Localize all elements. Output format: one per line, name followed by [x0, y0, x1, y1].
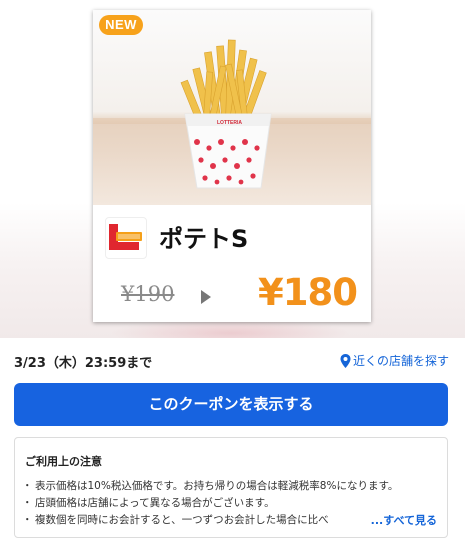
usage-notes-title: ご利用上の注意	[25, 455, 102, 468]
arrow-right-icon	[201, 290, 211, 304]
svg-text:LOTTERIA: LOTTERIA	[217, 120, 242, 126]
list-item: 表示価格は10%税込価格です。お持ち帰りの場合は軽減税率8%になります。	[25, 478, 439, 495]
see-all-link[interactable]: ...すべて見る	[368, 512, 437, 528]
list-item: 店頭価格は店舗によって異なる場合がございます。	[25, 495, 439, 512]
original-price: ¥190	[121, 282, 175, 306]
text-fade	[325, 512, 365, 530]
lotteria-logo-icon	[105, 217, 147, 259]
coupon-card[interactable]: LOTTERIA NEW ポテトS ¥190 ¥180	[93, 10, 371, 322]
location-pin-icon	[340, 353, 351, 368]
product-name: ポテトS	[159, 225, 249, 253]
coupon-price: ¥180	[258, 271, 358, 314]
show-coupon-button[interactable]: このクーポンを表示する	[14, 383, 448, 426]
product-photo: LOTTERIA NEW	[93, 10, 371, 205]
coupon-info: ポテトS ¥190 ¥180	[93, 205, 371, 322]
expiry-date: 3/23（木）23:59まで	[14, 356, 153, 371]
coupon-hero: LOTTERIA NEW ポテトS ¥190 ¥180	[0, 0, 465, 338]
list-item: 複数個を同時にお会計すると、一つずつお会計した場合に比べ	[25, 512, 365, 529]
new-badge: NEW	[99, 15, 143, 35]
find-nearby-store-label[interactable]: 近くの店舗を探す	[353, 352, 449, 369]
find-nearby-store-link[interactable]: 近くの店舗を探す	[340, 352, 449, 369]
usage-notes: ご利用上の注意 表示価格は10%税込価格です。お持ち帰りの場合は軽減税率8%にな…	[14, 437, 448, 538]
fries-illustration: LOTTERIA	[93, 39, 371, 189]
